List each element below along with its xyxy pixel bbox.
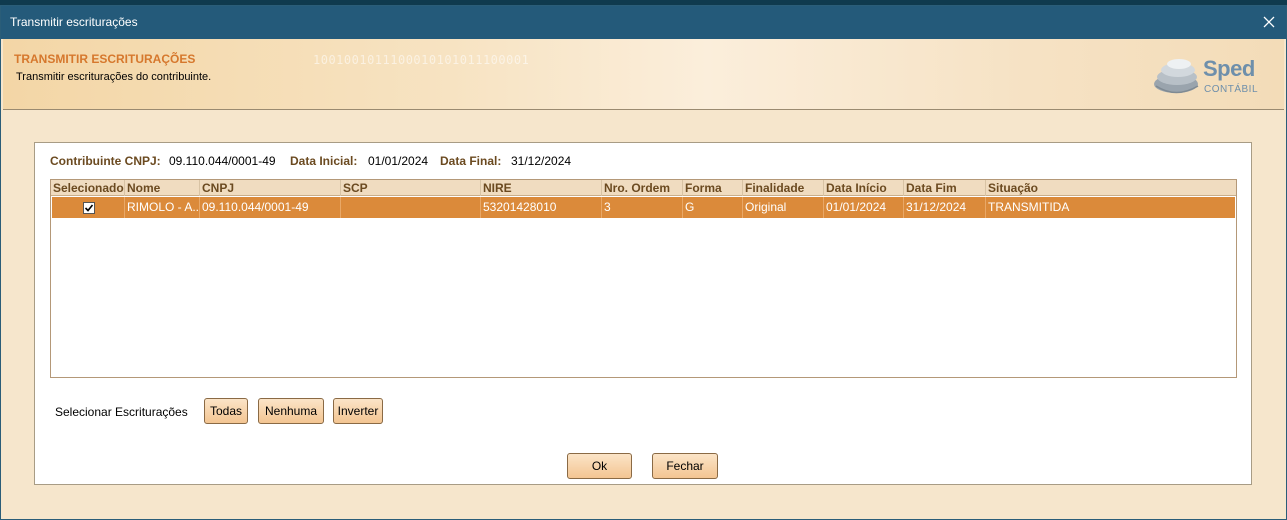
cnpj-label: Contribuinte CNPJ:	[50, 154, 161, 168]
logo-name: Sped	[1203, 56, 1255, 81]
cell-forma: G	[683, 197, 743, 218]
column-header-scp[interactable]: SCP	[341, 180, 481, 196]
select-none-button[interactable]: Nenhuma	[258, 398, 324, 424]
cell-nro-ordem: 3	[602, 197, 683, 218]
column-header-cnpj[interactable]: CNPJ	[200, 180, 341, 196]
banner-subheading: Transmitir escriturações do contribuinte…	[16, 71, 212, 83]
sped-logo: Sped CONTÁBIL	[1152, 53, 1262, 103]
cell-cnpj: 09.110.044/0001-49	[200, 197, 341, 218]
fechar-button[interactable]: Fechar	[652, 453, 718, 479]
cell-situacao: TRANSMITIDA	[988, 200, 1070, 214]
window-title: Transmitir escriturações	[10, 15, 138, 29]
column-header-finalidade[interactable]: Finalidade	[743, 180, 824, 196]
cell-nome: RIMOLO - A...	[125, 197, 200, 218]
dialog-window: Transmitir escriturações 100100101110001…	[0, 5, 1287, 520]
content-panel: Contribuinte CNPJ: 09.110.044/0001-49 Da…	[34, 142, 1252, 485]
cell-finalidade: Original	[743, 197, 824, 218]
logo-sub: CONTÁBIL	[1204, 84, 1259, 95]
cnpj-value: 09.110.044/0001-49	[169, 154, 276, 168]
banner-heading: TRANSMITIR ESCRITURAÇÕES	[14, 52, 196, 66]
column-header-data-fim[interactable]: Data Fim	[904, 180, 986, 196]
data-inicial-label: Data Inicial:	[290, 154, 358, 168]
escrituracoes-table[interactable]: Selecionado Nome CNPJ SCP NIRE Nro. Orde…	[50, 179, 1237, 378]
cell-scp	[341, 197, 481, 218]
close-icon[interactable]	[1258, 11, 1280, 33]
column-header-nome[interactable]: Nome	[125, 180, 200, 196]
cell-selecionado[interactable]	[52, 197, 125, 218]
column-header-selecionado[interactable]: Selecionado	[51, 180, 125, 196]
data-inicial-value: 01/01/2024	[368, 154, 429, 168]
table-header: Selecionado Nome CNPJ SCP NIRE Nro. Orde…	[51, 180, 1236, 196]
selection-label: Selecionar Escriturações	[55, 405, 188, 419]
column-header-situacao[interactable]: Situação	[986, 180, 1236, 196]
banner-binary-decoration: 1001001011100010101011100001	[313, 53, 530, 67]
row-select-checkbox[interactable]	[83, 202, 95, 214]
column-header-nire[interactable]: NIRE	[481, 180, 602, 196]
ok-button[interactable]: Ok	[567, 453, 632, 479]
cell-data-fim: 31/12/2024	[904, 197, 986, 218]
column-header-forma[interactable]: Forma	[683, 180, 743, 196]
select-all-button[interactable]: Todas	[204, 398, 248, 424]
checkmark-icon	[84, 204, 94, 212]
table-row[interactable]: RIMOLO - A... 09.110.044/0001-49 5320142…	[52, 197, 1235, 218]
header-banner: 1001001011100010101011100001 TRANSMITIR …	[3, 39, 1284, 110]
column-header-data-inicio[interactable]: Data Início	[824, 180, 904, 196]
column-header-nro-ordem[interactable]: Nro. Ordem	[602, 180, 683, 196]
sped-logo-icon	[1154, 59, 1199, 94]
cell-data-inicio: 01/01/2024	[824, 197, 904, 218]
invert-selection-button[interactable]: Inverter	[333, 398, 383, 424]
title-bar: Transmitir escriturações	[1, 6, 1286, 39]
data-final-value: 31/12/2024	[511, 154, 572, 168]
cell-nire: 53201428010	[481, 197, 602, 218]
data-final-label: Data Final:	[440, 154, 502, 168]
